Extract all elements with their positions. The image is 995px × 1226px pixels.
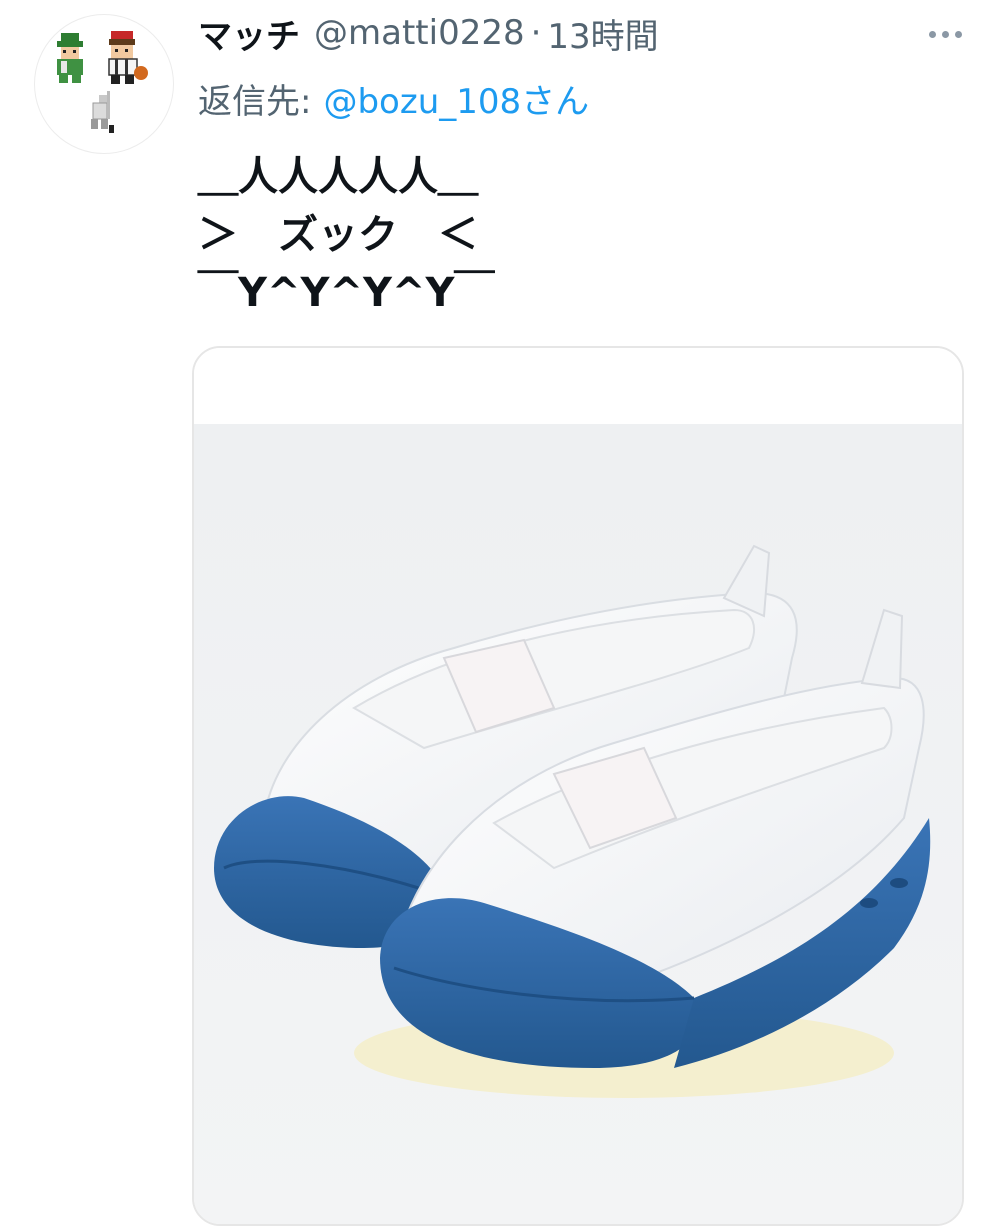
reply-context: 返信先: @bozu_108さん bbox=[198, 72, 589, 124]
tweet-text-line: ￣Y^Y^Y^Y￣ bbox=[198, 270, 495, 316]
tweet-text-line: ＿人人人人人＿ bbox=[198, 154, 478, 200]
tweet-text: ＿人人人人人＿ ＞ ズック ＜ ￣Y^Y^Y^Y￣ bbox=[198, 148, 618, 322]
reply-mention-link[interactable]: @bozu_108さん bbox=[323, 74, 589, 123]
pixel-characters-avatar-image bbox=[57, 31, 148, 133]
shoes-photo bbox=[194, 348, 962, 1224]
tweet-text-line: ＞ ズック ＜ bbox=[198, 212, 478, 258]
timestamp[interactable]: 13時間 bbox=[547, 9, 658, 58]
user-handle[interactable]: @matti0228 bbox=[314, 13, 525, 53]
tweet-media-card[interactable] bbox=[192, 346, 964, 1226]
reply-prefix: 返信先: bbox=[198, 81, 312, 122]
more-horizontal-icon[interactable] bbox=[925, 14, 965, 54]
avatar[interactable] bbox=[34, 14, 174, 154]
tweet-header: マッチ @matti0228 · 13時間 bbox=[198, 8, 965, 58]
display-name[interactable]: マッチ bbox=[198, 9, 300, 58]
separator-dot: · bbox=[530, 13, 542, 53]
